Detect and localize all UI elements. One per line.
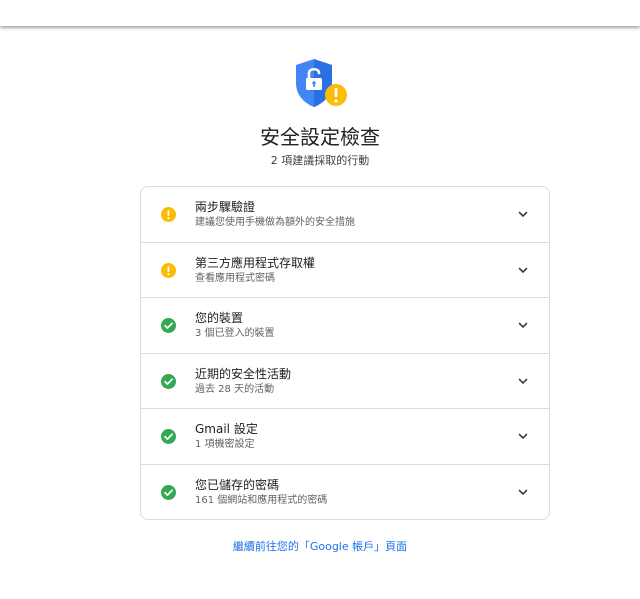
item-subtitle: 1 項機密設定 <box>195 439 255 451</box>
item-title: 您已儲存的密碼 <box>195 477 280 492</box>
chevron-down-icon[interactable] <box>517 208 529 220</box>
item-title: 兩步驟驗證 <box>195 200 256 214</box>
item-title: 您的裝置 <box>195 311 244 326</box>
item-subtitle: 查看應用程式密碼 <box>195 272 275 284</box>
top-bar <box>0 0 640 26</box>
warning-icon <box>161 262 176 278</box>
chevron-down-icon[interactable] <box>517 264 529 276</box>
item-title: 第三方應用程式存取權 <box>195 255 316 270</box>
list-item-your-devices[interactable]: 您的裝置 3 個已登入的裝置 <box>141 298 549 354</box>
header-section: 安全設定檢查 2 項建議採取的行動 <box>0 56 640 168</box>
check-circle-icon <box>161 429 176 445</box>
list-item-third-party-access[interactable]: 第三方應用程式存取權 查看應用程式密碼 <box>141 243 549 299</box>
google-account-link[interactable]: 繼續前往您的「Google 帳戶」頁面 <box>0 540 640 554</box>
list-item-recent-security-activity[interactable]: 近期的安全性活動 過去 28 天的活動 <box>141 354 549 410</box>
chevron-down-icon[interactable] <box>517 486 529 498</box>
warning-icon <box>161 207 176 222</box>
item-title: Gmail 設定 <box>195 422 258 437</box>
page-subtitle: 2 項建議採取的行動 <box>270 154 370 167</box>
item-subtitle: 161 個網站和應用程式的密碼 <box>195 494 328 506</box>
list-item-gmail-settings[interactable]: Gmail 設定 1 項機密設定 <box>141 409 549 465</box>
security-checklist: 兩步驟驗證 建議您使用手機做為額外的安全措施 第三方應用程式存取權 查看應用程式… <box>140 186 550 520</box>
item-subtitle: 過去 28 天的活動 <box>195 383 275 395</box>
item-title: 近期的安全性活動 <box>195 366 292 381</box>
check-circle-icon <box>161 484 176 500</box>
chevron-down-icon[interactable] <box>517 430 529 442</box>
chevron-down-icon[interactable] <box>517 375 529 387</box>
shield-lock-warning-icon <box>290 56 350 116</box>
list-item-saved-passwords[interactable]: 您已儲存的密碼 161 個網站和應用程式的密碼 <box>141 465 549 519</box>
list-item-two-step-verification[interactable]: 兩步驟驗證 建議您使用手機做為額外的安全措施 <box>141 187 549 243</box>
chevron-down-icon[interactable] <box>517 319 529 331</box>
item-subtitle: 3 個已登入的裝置 <box>195 328 275 340</box>
page-title: 安全設定檢查 <box>260 125 380 149</box>
check-circle-icon <box>161 318 176 334</box>
check-circle-icon <box>161 373 176 389</box>
item-subtitle: 建議您使用手機做為額外的安全措施 <box>195 217 355 228</box>
